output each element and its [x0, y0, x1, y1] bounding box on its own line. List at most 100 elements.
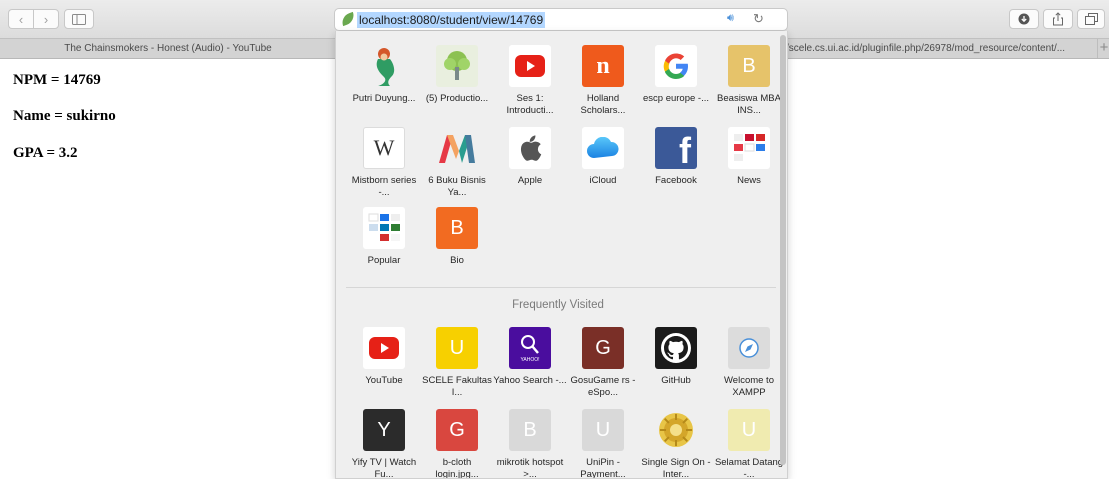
favorite-6buku[interactable]: 6 Buku Bisnis Ya...: [420, 127, 494, 199]
google-icon: [655, 45, 697, 87]
cloud-icon: [582, 127, 624, 169]
frequent-xampp[interactable]: Welcome to XAMPP: [712, 327, 786, 399]
frequent-yify[interactable]: Y Yify TV | Watch Fu...: [347, 409, 421, 479]
yahoo-search-icon: YAHOO!: [509, 327, 551, 369]
letter-g-icon: G: [436, 409, 478, 451]
download-icon: [1018, 13, 1030, 25]
frequent-unipin[interactable]: U UniPin - Payment...: [566, 409, 640, 479]
section-divider: [346, 287, 776, 288]
frequent-label: b-cloth login.jpg...: [435, 457, 479, 479]
facebook-icon: f: [655, 127, 697, 169]
favorite-ses1[interactable]: Ses 1: Introducti...: [493, 45, 567, 117]
favorite-news[interactable]: News: [712, 127, 786, 187]
favorite-label: Holland Scholars...: [580, 93, 626, 116]
letter-y-icon: Y: [363, 409, 405, 451]
popular-grid-icon: [363, 207, 405, 249]
frequent-youtube[interactable]: YouTube: [347, 327, 421, 387]
frequent-label: GosuGame rs - eSpo...: [570, 375, 636, 398]
frequent-sso[interactable]: Single Sign On - Inter...: [639, 409, 713, 479]
colorful-m-icon: [436, 127, 478, 169]
tab-scele[interactable]: /scele.cs.ui.ac.id/pluginfile.php/26978/…: [786, 39, 1096, 58]
site-favicon-icon: [339, 11, 357, 27]
favorite-escp[interactable]: escp europe -...: [639, 45, 713, 105]
favorite-holland[interactable]: n Holland Scholars...: [566, 45, 640, 117]
chevron-left-icon: ‹: [18, 11, 24, 27]
dropdown-scrollbar[interactable]: [780, 35, 786, 465]
frequent-yahoo[interactable]: YAHOO! Yahoo Search -...: [493, 327, 567, 387]
frequent-label: UniPin - Payment...: [580, 457, 626, 479]
favorite-mistborn[interactable]: W Mistborn series -...: [347, 127, 421, 199]
youtube-icon: [363, 327, 405, 369]
sidebar-icon: [72, 13, 86, 25]
frequent-label: Yahoo Search -...: [493, 375, 567, 386]
frequent-selamat-datang[interactable]: U Selamat Datang -...: [712, 409, 786, 479]
favorite-putri-duyung[interactable]: Putri Duyung...: [347, 45, 421, 105]
chevron-right-icon: ›: [43, 11, 49, 27]
compass-icon: [728, 327, 770, 369]
favorite-label: Ses 1: Introducti...: [506, 93, 554, 116]
ui-emblem-icon: [655, 409, 697, 451]
favorite-label: (5) Productio...: [425, 93, 489, 104]
favorites-dropdown: Putri Duyung... (5) Productio... Ses 1: …: [335, 31, 788, 479]
new-tab-button[interactable]: +: [1097, 39, 1109, 58]
favorite-label: iCloud: [589, 175, 617, 186]
favorite-label: News: [737, 175, 761, 186]
frequently-visited-heading: Frequently Visited: [512, 299, 604, 311]
frequent-scele[interactable]: U SCELE Fakultas I...: [420, 327, 494, 399]
tree-icon: [436, 45, 478, 87]
favorite-icloud[interactable]: iCloud: [566, 127, 640, 187]
favorite-label: Mistborn series -...: [351, 175, 417, 198]
favorite-label: Popular: [367, 255, 401, 266]
youtube-icon: [509, 45, 551, 87]
favorite-facebook[interactable]: f Facebook: [639, 127, 713, 187]
tabs-icon: [1084, 13, 1098, 25]
frequent-bcloth[interactable]: G b-cloth login.jpg...: [420, 409, 494, 479]
favorite-label: escp europe -...: [642, 93, 709, 104]
reload-icon[interactable]: ↻: [753, 11, 764, 27]
wikipedia-icon: W: [363, 127, 405, 169]
gpa-text: GPA = 3.2: [13, 145, 78, 161]
favorite-bio[interactable]: B Bio: [420, 207, 494, 267]
frequent-label: Selamat Datang -...: [714, 457, 784, 479]
favorite-label: 6 Buku Bisnis Ya...: [428, 175, 486, 198]
letter-n-icon: n: [582, 45, 624, 87]
frequent-label: Single Sign On - Inter...: [641, 457, 711, 479]
frequent-github[interactable]: GitHub: [639, 327, 713, 387]
favorite-productio[interactable]: (5) Productio...: [420, 45, 494, 105]
favorite-label: Beasiswa MBA INS...: [717, 93, 781, 116]
favorite-label: Putri Duyung...: [352, 93, 416, 104]
frequent-label: SCELE Fakultas I...: [422, 375, 492, 398]
name-text: Name = sukirno: [13, 108, 116, 124]
forward-button[interactable]: ›: [33, 9, 59, 29]
letter-b-icon: B: [436, 207, 478, 249]
letter-u-icon: U: [728, 409, 770, 451]
news-grid-icon: [728, 127, 770, 169]
frequent-label: Yify TV | Watch Fu...: [351, 457, 417, 479]
favorite-popular[interactable]: Popular: [347, 207, 421, 267]
frequent-label: mikrotik hotspot >...: [496, 457, 564, 479]
frequent-label: YouTube: [365, 375, 403, 386]
letter-u-icon: U: [582, 409, 624, 451]
letter-b-icon: B: [728, 45, 770, 87]
letter-u-icon: U: [436, 327, 478, 369]
frequent-gosugamers[interactable]: G GosuGame rs - eSpo...: [566, 327, 640, 399]
favorite-beasiswa[interactable]: B Beasiswa MBA INS...: [712, 45, 786, 117]
audio-icon[interactable]: 🔊︎: [727, 12, 734, 25]
plus-icon: +: [1099, 39, 1109, 56]
favorite-label: Facebook: [655, 175, 697, 186]
share-button[interactable]: [1043, 9, 1073, 29]
tab-youtube[interactable]: The Chainsmokers - Honest (Audio) - YouT…: [0, 39, 336, 58]
apple-icon: [509, 127, 551, 169]
address-bar[interactable]: localhost:8080/student/view/14769 🔊︎ ↻: [334, 8, 788, 31]
download-button[interactable]: [1009, 9, 1039, 29]
npm-text: NPM = 14769: [13, 72, 101, 88]
tabs-button[interactable]: [1077, 9, 1105, 29]
frequent-label: Welcome to XAMPP: [724, 375, 774, 398]
letter-g-icon: G: [582, 327, 624, 369]
sidebar-button[interactable]: [64, 9, 94, 29]
frequent-mikrotik[interactable]: B mikrotik hotspot >...: [493, 409, 567, 479]
favorite-apple[interactable]: Apple: [493, 127, 567, 187]
back-button[interactable]: ‹: [8, 9, 33, 29]
nav-buttons: ‹ ›: [8, 9, 59, 29]
url-text[interactable]: localhost:8080/student/view/14769: [357, 12, 546, 28]
